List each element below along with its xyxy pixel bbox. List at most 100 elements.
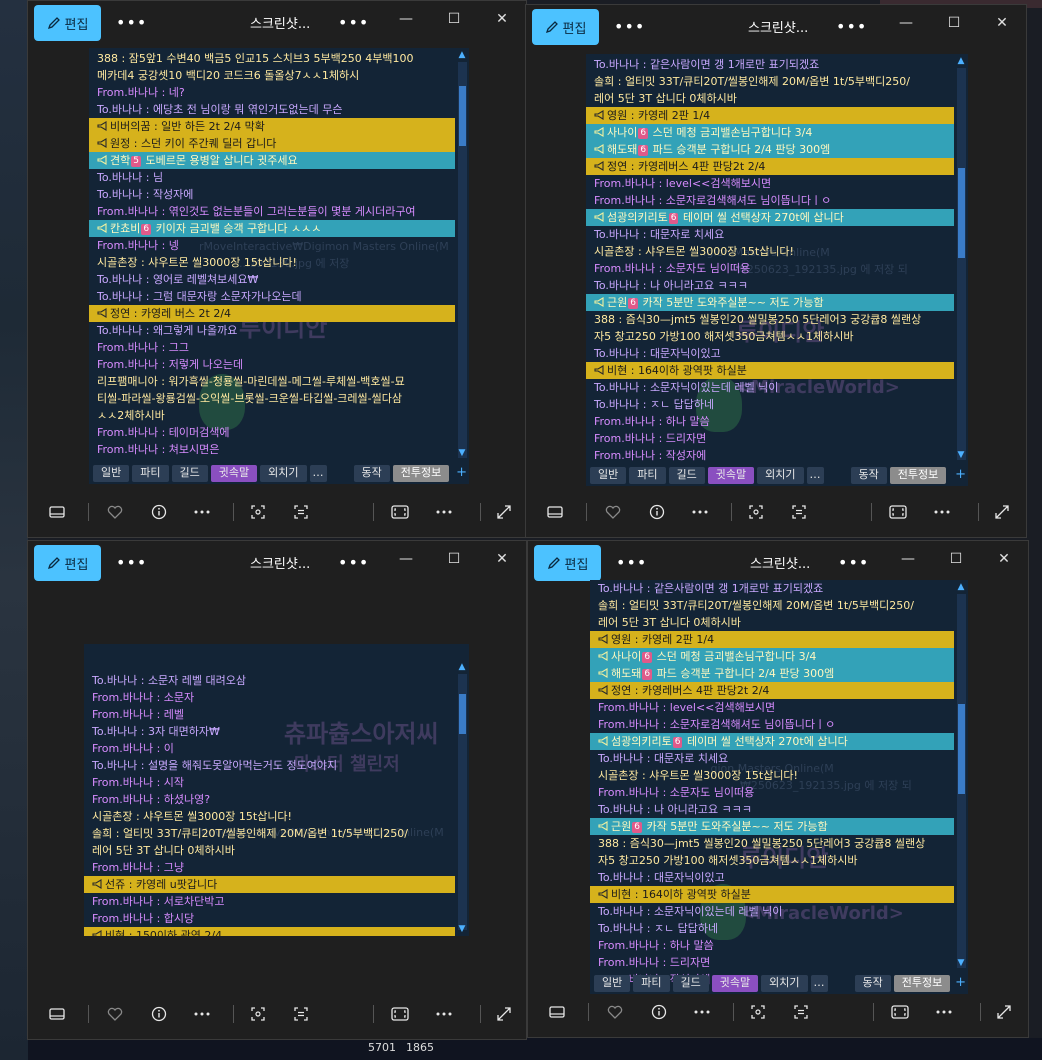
add-tab-icon[interactable]: + <box>456 464 467 481</box>
scroll-up-icon[interactable]: ▲ <box>956 56 966 66</box>
fit-icon[interactable] <box>889 1001 911 1023</box>
minimize-button[interactable]: — <box>898 551 918 567</box>
fullscreen-icon[interactable] <box>993 1001 1015 1023</box>
more-icon[interactable] <box>931 501 953 523</box>
chat-tab[interactable]: 일반 <box>93 465 130 482</box>
edit-button[interactable]: 편집 <box>534 545 601 581</box>
maximize-button[interactable]: ☐ <box>944 15 964 31</box>
title-bar[interactable]: 편집 ••• 스크린샷... ••• — ☐ ✕ <box>526 5 1026 49</box>
heart-icon[interactable] <box>104 1003 126 1025</box>
add-tab-icon[interactable]: + <box>955 974 966 991</box>
chat-scrollbar[interactable] <box>458 62 467 458</box>
maximize-button[interactable]: ☐ <box>444 551 464 567</box>
crop-icon[interactable] <box>247 501 269 523</box>
chat-tab[interactable]: … <box>309 465 327 482</box>
close-button[interactable]: ✕ <box>492 11 512 27</box>
minimize-button[interactable]: — <box>396 551 416 567</box>
ocr-icon[interactable] <box>290 1003 312 1025</box>
more-icon[interactable] <box>433 501 455 523</box>
info-icon[interactable] <box>648 1001 670 1023</box>
scroll-down-icon[interactable]: ▼ <box>457 924 467 934</box>
chat-tab[interactable]: 전투정보 <box>889 467 947 484</box>
scroll-down-icon[interactable]: ▼ <box>457 448 467 458</box>
scroll-thumb[interactable] <box>958 168 965 258</box>
fullscreen-icon[interactable] <box>493 501 515 523</box>
close-button[interactable]: ✕ <box>992 15 1012 31</box>
chat-scrollbar[interactable] <box>957 68 966 460</box>
chat-tab[interactable]: 전투정보 <box>392 465 450 482</box>
heart-icon[interactable] <box>604 1001 626 1023</box>
title-more-button[interactable]: ••• <box>338 553 369 572</box>
chat-tab[interactable]: 동작 <box>850 467 887 484</box>
minimize-button[interactable]: — <box>896 15 916 31</box>
chat-tab[interactable]: 파티 <box>629 467 666 484</box>
filmstrip-icon[interactable] <box>546 1001 568 1023</box>
info-icon[interactable] <box>148 501 170 523</box>
more-options-button[interactable]: ••• <box>616 553 647 572</box>
chat-tab[interactable]: … <box>810 975 828 992</box>
maximize-button[interactable]: ☐ <box>444 11 464 27</box>
chat-tab[interactable]: 길드 <box>668 467 705 484</box>
ocr-icon[interactable] <box>788 501 810 523</box>
chat-log[interactable]: To.바나나 : 소문자 레벨 대려오삼 From.바나나 : 소문자 From.바… <box>84 672 455 936</box>
more-icon[interactable] <box>191 1003 213 1025</box>
heart-icon[interactable] <box>104 501 126 523</box>
title-more-button[interactable]: ••• <box>836 17 867 36</box>
close-button[interactable]: ✕ <box>994 551 1014 567</box>
edit-button[interactable]: 편집 <box>34 5 101 41</box>
more-icon[interactable] <box>933 1001 955 1023</box>
minimize-button[interactable]: — <box>396 11 416 27</box>
chat-tab[interactable]: 외치기 <box>761 975 808 992</box>
more-options-button[interactable]: ••• <box>116 553 147 572</box>
chat-tab[interactable]: 동작 <box>854 975 891 992</box>
more-icon[interactable] <box>191 501 213 523</box>
chat-scrollbar[interactable] <box>957 594 966 968</box>
scroll-up-icon[interactable]: ▲ <box>457 662 467 672</box>
fullscreen-icon[interactable] <box>493 1003 515 1025</box>
more-icon[interactable] <box>433 1003 455 1025</box>
fit-icon[interactable] <box>389 1003 411 1025</box>
crop-icon[interactable] <box>747 1001 769 1023</box>
heart-icon[interactable] <box>602 501 624 523</box>
title-bar[interactable]: 편집 ••• 스크린샷... ••• — ☐ ✕ <box>28 541 526 585</box>
title-bar[interactable]: 편집 ••• 스크린샷... ••• — ☐ ✕ <box>528 541 1028 585</box>
info-icon[interactable] <box>148 1003 170 1025</box>
chat-tab[interactable]: 귓속말 <box>210 465 258 482</box>
maximize-button[interactable]: ☐ <box>946 551 966 567</box>
chat-tab[interactable]: 길드 <box>672 975 709 992</box>
crop-icon[interactable] <box>247 1003 269 1025</box>
info-icon[interactable] <box>646 501 668 523</box>
scroll-down-icon[interactable]: ▼ <box>956 958 966 968</box>
add-tab-icon[interactable]: + <box>955 466 966 483</box>
chat-tab[interactable]: 외치기 <box>757 467 804 484</box>
chat-tab[interactable]: 외치기 <box>260 465 307 482</box>
fit-icon[interactable] <box>389 501 411 523</box>
scroll-up-icon[interactable]: ▲ <box>457 50 467 60</box>
chat-log[interactable]: 388 : 잠5앞1 수변40 백금5 인교15 스치브3 5부백250 4부백… <box>89 50 455 458</box>
scroll-down-icon[interactable]: ▼ <box>956 450 966 460</box>
chat-tab[interactable]: 동작 <box>353 465 390 482</box>
ocr-icon[interactable] <box>790 1001 812 1023</box>
scroll-thumb[interactable] <box>958 704 965 794</box>
title-more-button[interactable]: ••• <box>338 13 369 32</box>
title-bar[interactable]: 편집 ••• 스크린샷... ••• — ☐ ✕ <box>28 1 526 45</box>
chat-tab[interactable]: 귓속말 <box>711 975 759 992</box>
chat-tab[interactable]: 일반 <box>594 975 631 992</box>
chat-tab[interactable]: 귓속말 <box>707 467 755 484</box>
chat-scrollbar[interactable] <box>458 674 467 930</box>
edit-button[interactable]: 편집 <box>532 9 599 45</box>
chat-tab[interactable]: 길드 <box>171 465 208 482</box>
ocr-icon[interactable] <box>290 501 312 523</box>
scroll-thumb[interactable] <box>459 694 466 734</box>
chat-tab[interactable]: 전투정보 <box>893 975 951 992</box>
chat-log[interactable]: To.바나나 : 같은사람이면 갱 1개로만 표기되겠죠 솔희 : 얼티밋 33T… <box>586 56 954 464</box>
crop-icon[interactable] <box>745 501 767 523</box>
filmstrip-icon[interactable] <box>46 1003 68 1025</box>
chat-tab[interactable]: 파티 <box>633 975 670 992</box>
more-options-button[interactable]: ••• <box>116 13 147 32</box>
fit-icon[interactable] <box>887 501 909 523</box>
close-button[interactable]: ✕ <box>492 551 512 567</box>
fullscreen-icon[interactable] <box>991 501 1013 523</box>
filmstrip-icon[interactable] <box>46 501 68 523</box>
more-icon[interactable] <box>691 1001 713 1023</box>
